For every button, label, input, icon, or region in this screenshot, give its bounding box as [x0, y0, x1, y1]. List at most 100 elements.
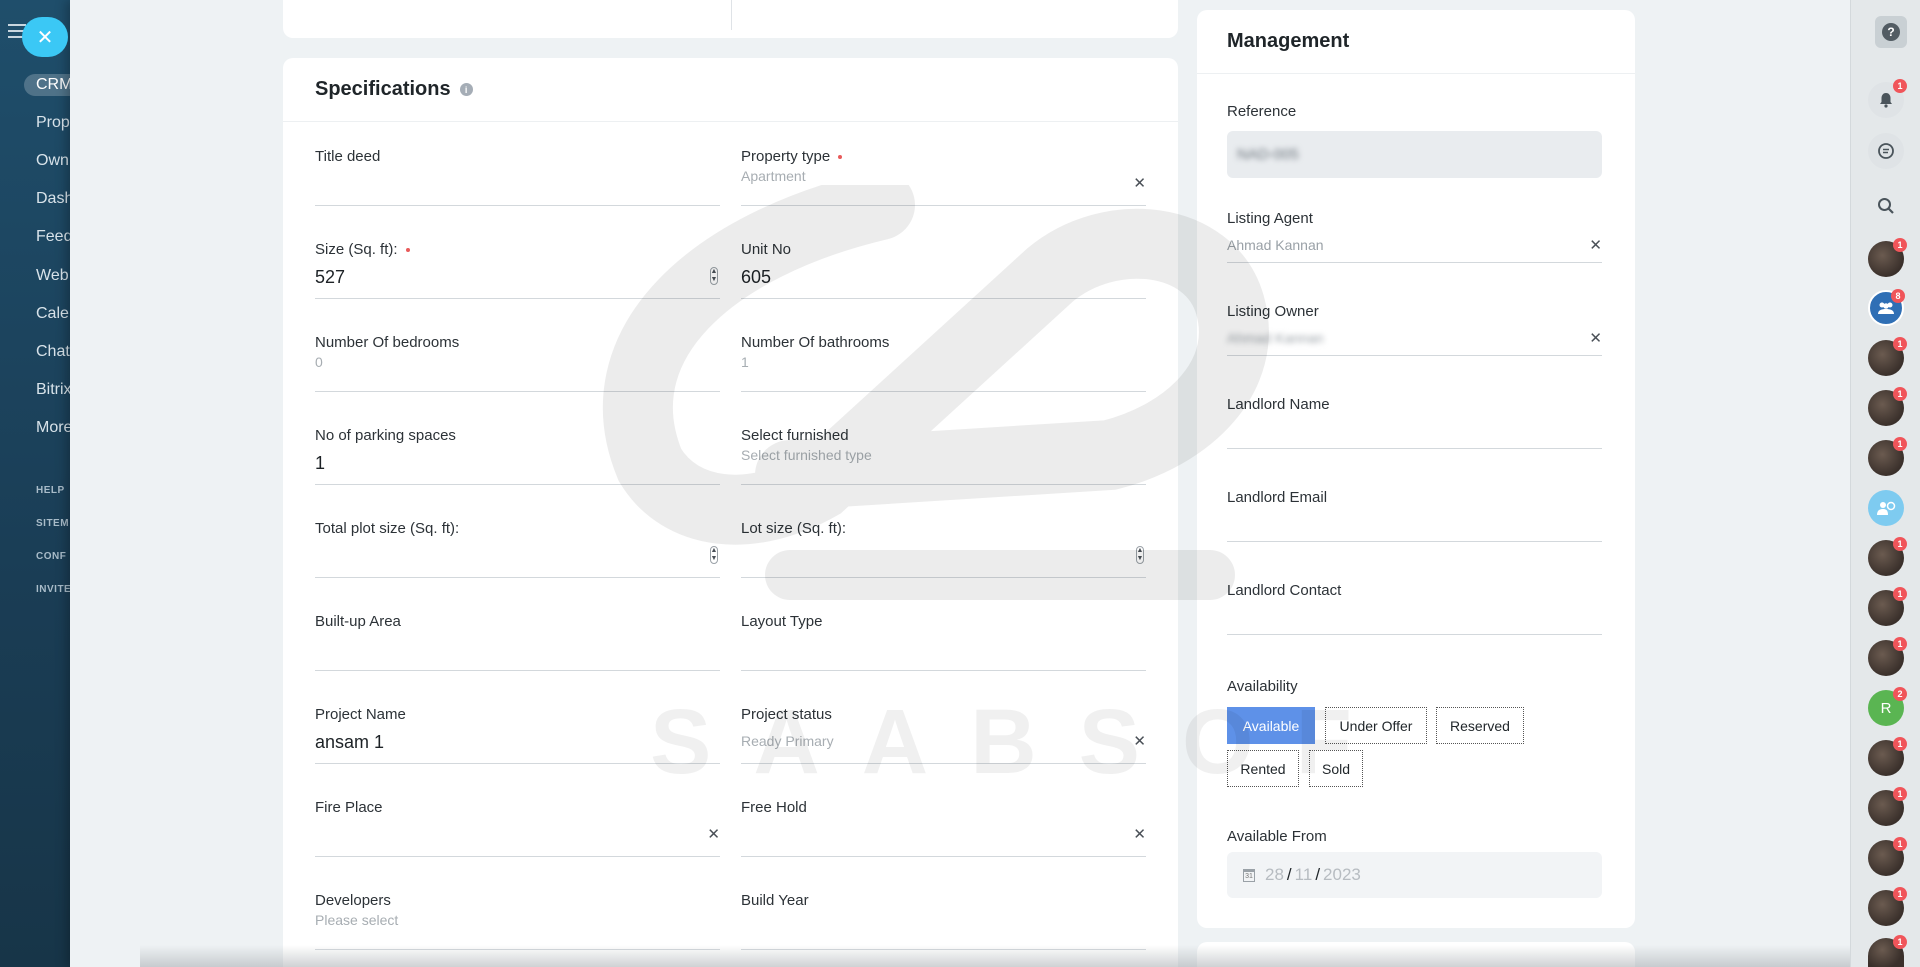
- project-name-input[interactable]: ansam 1: [315, 732, 384, 753]
- nav-item-feed[interactable]: Feed: [36, 228, 70, 246]
- lot-size-field[interactable]: Lot size (Sq. ft): ▲ ▼: [741, 510, 1146, 603]
- parking-input[interactable]: 1: [315, 453, 325, 474]
- nav-item-more[interactable]: More: [36, 419, 70, 437]
- title-deed-field[interactable]: Title deed: [315, 138, 720, 231]
- notifications-button[interactable]: 1: [1868, 79, 1907, 118]
- layout-type-field[interactable]: Layout Type: [741, 603, 1146, 696]
- project-status-field[interactable]: Project status Ready Primary ✕: [741, 696, 1146, 789]
- parking-field[interactable]: No of parking spaces 1: [315, 417, 720, 510]
- nav-item-dashboard[interactable]: Dash: [36, 190, 70, 208]
- listing-agent-field[interactable]: Listing Agent Ahmad Kannan ✕: [1227, 210, 1602, 272]
- reference-label: Reference: [1227, 103, 1297, 120]
- nav-item-web[interactable]: Web: [36, 267, 69, 285]
- edit-property-panel: Specifications i Title deed Property typ…: [70, 0, 1850, 967]
- contact-avatar[interactable]: 1: [1868, 437, 1907, 476]
- help-button[interactable]: ?: [1875, 16, 1907, 48]
- nav-link-invite[interactable]: INVITE: [36, 584, 70, 595]
- required-indicator: [838, 155, 843, 160]
- unit-no-input[interactable]: 605: [741, 267, 771, 288]
- listing-owner-field[interactable]: Listing Owner Ahmad Kannan ✕: [1227, 303, 1602, 365]
- contact-avatar-initial[interactable]: R2: [1868, 687, 1907, 726]
- property-type-select[interactable]: Apartment: [741, 168, 806, 184]
- bedrooms-field[interactable]: Number Of bedrooms 0: [315, 324, 720, 417]
- plot-size-field[interactable]: Total plot size (Sq. ft): ▲ ▼: [315, 510, 720, 603]
- nav-item-calendar[interactable]: Cale: [36, 305, 69, 323]
- clear-icon[interactable]: ✕: [1589, 329, 1602, 347]
- contact-avatar[interactable]: 1: [1868, 537, 1907, 576]
- contact-avatar[interactable]: 1: [1868, 387, 1907, 426]
- developers-select[interactable]: Please select: [315, 912, 398, 928]
- clear-icon[interactable]: ✕: [1133, 825, 1146, 843]
- available-from-date-input[interactable]: 31 28 / 11 / 2023: [1227, 852, 1602, 898]
- search-button[interactable]: [1868, 188, 1904, 224]
- nav-item-crm[interactable]: CRM: [24, 74, 70, 96]
- nav-link-sitemap[interactable]: SITEM: [36, 518, 69, 529]
- management-card: Management Reference NAD-005 Listing Age…: [1197, 10, 1635, 928]
- close-panel-button[interactable]: ✕: [22, 17, 68, 57]
- nav-item-owners[interactable]: Own: [36, 152, 69, 170]
- contact-avatar[interactable]: 1: [1868, 787, 1907, 826]
- nav-link-config[interactable]: CONF: [36, 551, 66, 562]
- landlord-contact-label: Landlord Contact: [1227, 582, 1342, 599]
- contact-avatar[interactable]: 1: [1868, 587, 1907, 626]
- reference-field: Reference NAD-005: [1227, 103, 1602, 178]
- contact-avatar[interactable]: 1: [1868, 337, 1907, 376]
- contact-avatar[interactable]: 1: [1868, 887, 1907, 926]
- size-input[interactable]: 527: [315, 267, 345, 288]
- contact-avatar[interactable]: 1: [1868, 837, 1907, 876]
- project-name-field[interactable]: Project Name ansam 1: [315, 696, 720, 789]
- info-icon[interactable]: i: [459, 83, 473, 96]
- contact-avatar[interactable]: 1: [1868, 637, 1907, 676]
- number-stepper-icon[interactable]: ▲ ▼: [710, 267, 718, 285]
- built-up-area-field[interactable]: Built-up Area: [315, 603, 720, 696]
- number-stepper-icon[interactable]: ▲ ▼: [1136, 546, 1144, 564]
- fire-place-field[interactable]: Fire Place ✕: [315, 789, 720, 882]
- bedrooms-select[interactable]: 0: [315, 354, 323, 370]
- user-clock-icon: [1877, 501, 1896, 515]
- bathrooms-field[interactable]: Number Of bathrooms 1: [741, 324, 1146, 417]
- contact-avatar[interactable]: 1: [1868, 935, 1907, 967]
- clear-icon[interactable]: ✕: [1133, 732, 1146, 750]
- unit-no-field[interactable]: Unit No 605: [741, 231, 1146, 324]
- landlord-contact-field[interactable]: Landlord Contact: [1227, 582, 1602, 644]
- open-lines-button[interactable]: [1868, 133, 1904, 169]
- listing-owner-select[interactable]: Ahmad Kannan: [1227, 330, 1324, 346]
- availability-under-offer-button[interactable]: Under Offer: [1325, 707, 1427, 744]
- project-status-select[interactable]: Ready Primary: [741, 733, 834, 749]
- title-deed-label: Title deed: [315, 148, 381, 165]
- furnished-select[interactable]: Select furnished type: [741, 447, 872, 463]
- size-field[interactable]: Size (Sq. ft): 527 ▲ ▼: [315, 231, 720, 324]
- availability-reserved-button[interactable]: Reserved: [1436, 707, 1524, 744]
- nav-item-properties[interactable]: Prop: [36, 114, 70, 132]
- availability-sold-button[interactable]: Sold: [1309, 750, 1363, 787]
- bathrooms-label: Number Of bathrooms: [741, 334, 890, 351]
- clear-icon[interactable]: ✕: [1133, 174, 1146, 192]
- number-stepper-icon[interactable]: ▲ ▼: [710, 546, 718, 564]
- date-year[interactable]: 2023: [1323, 865, 1361, 885]
- clear-icon[interactable]: ✕: [707, 825, 720, 843]
- clear-icon[interactable]: ✕: [1589, 236, 1602, 254]
- property-type-field[interactable]: Property type Apartment ✕: [741, 138, 1146, 231]
- group-chat-avatar[interactable]: 8: [1868, 289, 1905, 326]
- date-day[interactable]: 28: [1265, 865, 1284, 885]
- availability-rented-button[interactable]: Rented: [1227, 750, 1299, 787]
- column-divider: [731, 0, 732, 30]
- listing-agent-select[interactable]: Ahmad Kannan: [1227, 237, 1324, 253]
- nav-item-bitrix[interactable]: Bitrix: [36, 381, 70, 399]
- free-hold-field[interactable]: Free Hold ✕: [741, 789, 1146, 882]
- landlord-name-field[interactable]: Landlord Name: [1227, 396, 1602, 458]
- landlord-email-field[interactable]: Landlord Email: [1227, 489, 1602, 551]
- date-month[interactable]: 11: [1295, 865, 1313, 885]
- support-avatar[interactable]: [1868, 490, 1904, 526]
- contact-avatar[interactable]: 1: [1868, 238, 1907, 277]
- bathrooms-select[interactable]: 1: [741, 354, 749, 370]
- fire-place-label: Fire Place: [315, 799, 383, 816]
- calendar-icon[interactable]: 31: [1243, 868, 1255, 882]
- furnished-field[interactable]: Select furnished Select furnished type: [741, 417, 1146, 510]
- contact-avatar[interactable]: 1: [1868, 737, 1907, 776]
- required-indicator: [405, 248, 410, 253]
- availability-available-button[interactable]: Available: [1227, 707, 1315, 744]
- build-year-label: Build Year: [741, 892, 809, 909]
- nav-item-chat[interactable]: Chat: [36, 343, 70, 361]
- nav-link-help[interactable]: HELP: [36, 485, 65, 496]
